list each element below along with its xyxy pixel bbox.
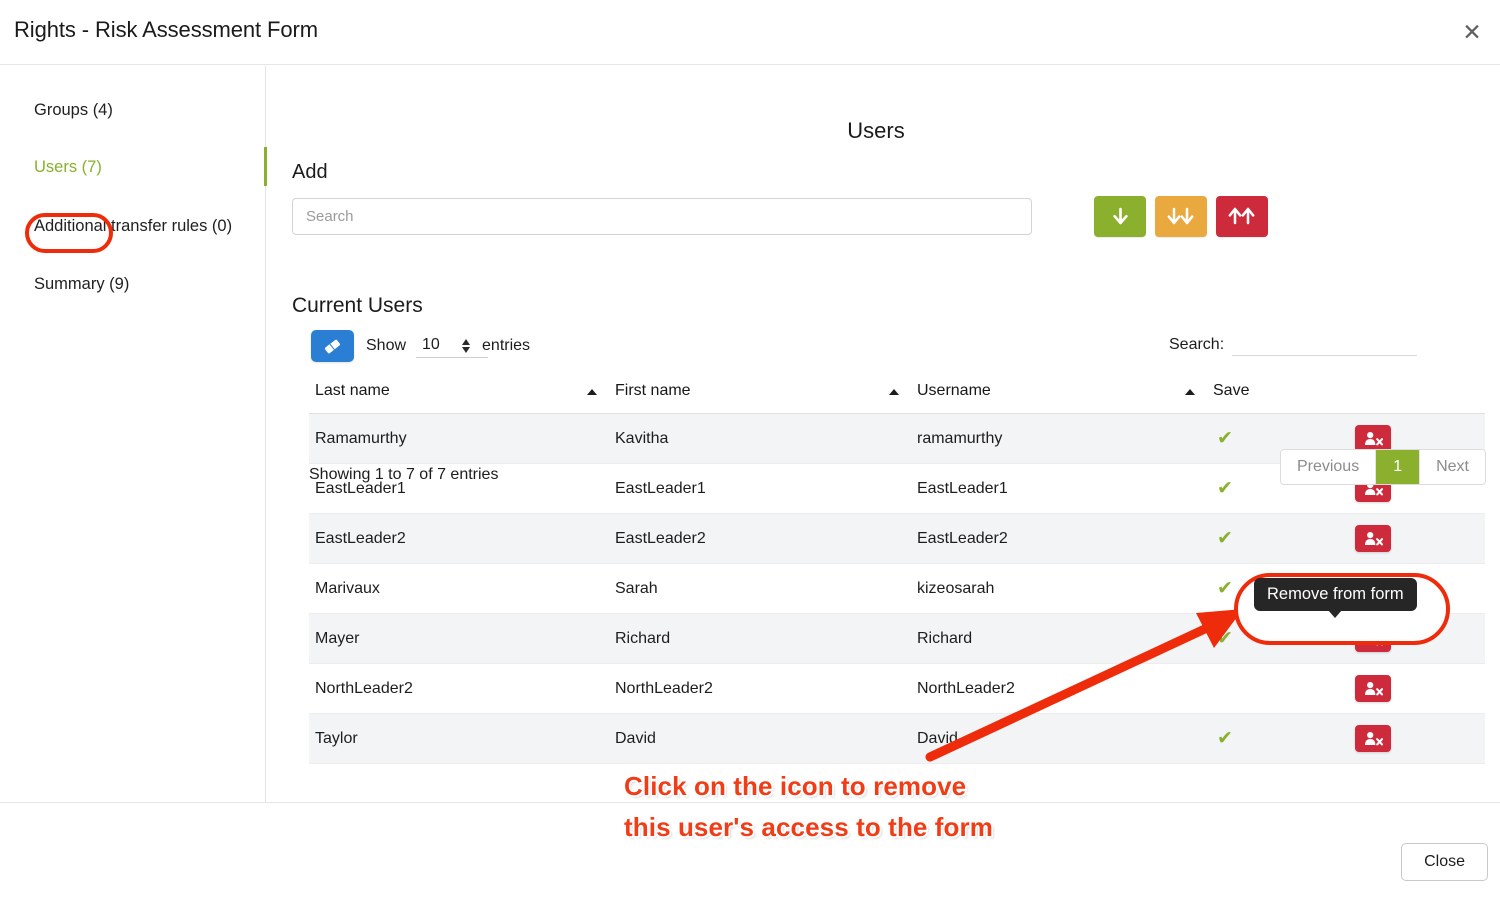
cell-first: David — [609, 713, 911, 764]
arrow-double-up-icon — [1228, 207, 1255, 224]
table-search-input[interactable] — [1232, 332, 1418, 356]
current-users-heading: Current Users — [292, 294, 423, 317]
user-remove-icon — [1364, 682, 1383, 696]
column-header-username[interactable]: Username — [911, 376, 1207, 414]
pagination: Previous 1 Next — [1279, 449, 1486, 485]
eraser-icon-button[interactable] — [311, 330, 354, 362]
check-icon: ✔ — [1217, 526, 1233, 549]
column-header-actions — [1337, 376, 1485, 414]
table-row: EastLeader2 EastLeader2 EastLeader2 ✔ — [309, 513, 1485, 564]
section-title-users: Users — [847, 118, 905, 143]
table-header-row: Last name First name Username Save — [309, 376, 1485, 414]
cell-last: Ramamurthy — [309, 413, 609, 464]
check-icon: ✔ — [1217, 426, 1233, 449]
table-search-label: Search: — [1169, 336, 1225, 353]
close-x-icon[interactable]: ✕ — [1456, 17, 1488, 49]
user-remove-icon — [1364, 432, 1383, 446]
add-action-buttons — [1094, 196, 1268, 237]
column-label: First name — [615, 382, 691, 399]
sort-asc-icon — [1185, 389, 1195, 395]
arrow-double-down-icon — [1167, 207, 1194, 224]
showing-entries-info: Showing 1 to 7 of 7 entries — [309, 466, 499, 483]
remove-from-form-button[interactable] — [1355, 725, 1391, 752]
user-remove-icon — [1364, 732, 1383, 746]
column-header-last-name[interactable]: Last name — [309, 376, 609, 414]
cell-username: ramamurthy — [911, 413, 1207, 464]
users-table: Last name First name Username Save Ramam… — [309, 376, 1485, 764]
cell-first: EastLeader1 — [609, 463, 911, 514]
cell-username: NorthLeader2 — [911, 663, 1207, 714]
cell-first: Kavitha — [609, 413, 911, 464]
cell-save: ✔ — [1207, 513, 1337, 564]
sidebar-item-groups[interactable]: Groups (4) — [34, 101, 113, 120]
arrow-down-icon-button[interactable] — [1094, 196, 1146, 237]
cell-first: EastLeader2 — [609, 513, 911, 564]
pagination-next[interactable]: Next — [1420, 450, 1485, 484]
sort-asc-icon — [889, 389, 899, 395]
sort-asc-icon — [587, 389, 597, 395]
close-button[interactable]: Close — [1401, 843, 1488, 881]
table-row: Taylor David David ✔ — [309, 713, 1485, 764]
cell-actions — [1337, 713, 1485, 764]
annotation-callout-line2: this user's access to the form — [624, 812, 993, 842]
cell-username: Richard — [911, 613, 1207, 664]
cell-username: EastLeader1 — [911, 463, 1207, 514]
cell-actions — [1337, 663, 1485, 714]
entries-label: entries — [482, 337, 531, 354]
column-header-first-name[interactable]: First name — [609, 376, 911, 414]
remove-from-form-button[interactable] — [1355, 525, 1391, 552]
cell-last: NorthLeader2 — [309, 663, 609, 714]
annotation-callout-text: Click on the icon to remove this user's … — [624, 766, 993, 848]
cell-username: David — [911, 713, 1207, 764]
check-icon: ✔ — [1217, 726, 1233, 749]
column-header-save[interactable]: Save — [1207, 376, 1337, 414]
modal-header: Rights - Risk Assessment Form ✕ — [0, 0, 1500, 65]
cell-username: EastLeader2 — [911, 513, 1207, 564]
cell-last: Taylor — [309, 713, 609, 764]
cell-first: NorthLeader2 — [609, 663, 911, 714]
arrow-down-icon — [1112, 207, 1128, 224]
cell-first: Richard — [609, 613, 911, 664]
sidebar-item-summary[interactable]: Summary (9) — [34, 275, 129, 294]
table-search-filter: Search: — [1169, 332, 1418, 356]
column-label: Username — [917, 382, 991, 399]
table-row: NorthLeader2 NorthLeader2 NorthLeader2 — [309, 663, 1485, 714]
user-remove-icon — [1364, 532, 1383, 546]
arrow-double-up-icon-button[interactable] — [1216, 196, 1268, 237]
arrow-double-down-icon-button[interactable] — [1155, 196, 1207, 237]
add-section-heading: Add — [292, 161, 328, 183]
sidebar-item-users[interactable]: Users (7) — [34, 158, 102, 177]
add-search-input[interactable] — [292, 198, 1032, 235]
check-icon: ✔ — [1217, 576, 1233, 599]
column-label: Last name — [315, 382, 390, 399]
pagination-page-1[interactable]: 1 — [1376, 450, 1421, 484]
cell-save — [1207, 663, 1337, 714]
sidebar: Groups (4) Users (7) Additional transfer… — [0, 66, 266, 802]
cell-last: Marivaux — [309, 563, 609, 614]
remove-from-form-button[interactable] — [1355, 675, 1391, 702]
cell-save: ✔ — [1207, 713, 1337, 764]
page-title: Rights - Risk Assessment Form — [14, 17, 318, 42]
main-panel: Users Add Current Users — [266, 66, 1500, 802]
column-label: Save — [1213, 382, 1250, 399]
pagination-previous[interactable]: Previous — [1280, 450, 1377, 484]
sidebar-item-additional-transfer-rules[interactable]: Additional transfer rules (0) — [34, 217, 232, 236]
cell-actions — [1337, 513, 1485, 564]
entries-stepper[interactable] — [462, 338, 471, 354]
check-icon: ✔ — [1217, 626, 1233, 649]
cell-username: kizeosarah — [911, 563, 1207, 614]
show-entries-control: Show entries — [366, 334, 530, 358]
cell-last: EastLeader2 — [309, 513, 609, 564]
remove-from-form-button[interactable] — [1355, 425, 1391, 452]
cell-first: Sarah — [609, 563, 911, 614]
annotation-callout-line1: Click on the icon to remove — [624, 771, 967, 801]
tooltip-remove-from-form: Remove from form — [1254, 578, 1417, 618]
cell-last: Mayer — [309, 613, 609, 664]
eraser-icon — [325, 339, 340, 353]
show-label: Show — [366, 337, 407, 354]
entries-count-input[interactable] — [416, 334, 489, 358]
check-icon: ✔ — [1217, 476, 1233, 499]
